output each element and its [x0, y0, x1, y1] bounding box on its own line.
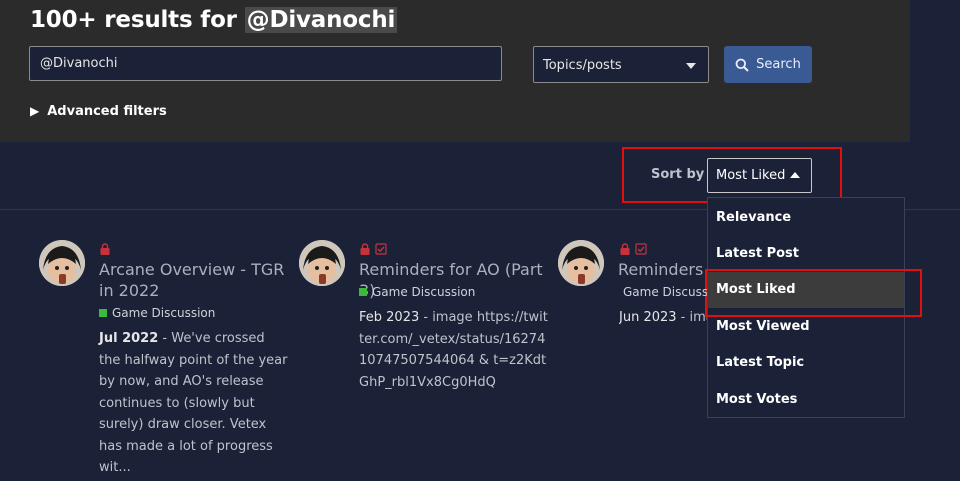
avatar-image	[558, 240, 604, 286]
solved-check-icon	[375, 243, 387, 255]
sort-label: Sort by	[651, 167, 705, 182]
result-date: Jul 2022	[99, 331, 159, 346]
solved-check-icon	[635, 243, 647, 255]
lock-icon	[620, 243, 630, 255]
lock-icon	[360, 243, 370, 255]
chevron-down-icon	[686, 63, 696, 69]
category-label: Game Discussion	[372, 285, 476, 299]
sort-select[interactable]: Most Liked	[707, 158, 812, 193]
category-label: Game Discussion	[112, 306, 216, 320]
caret-right-icon: ▶	[30, 104, 40, 118]
post-status-icons	[619, 243, 647, 255]
category-badge[interactable]: Game Discussion	[359, 285, 475, 299]
category-color-swatch	[359, 288, 367, 296]
search-input[interactable]	[29, 46, 502, 81]
result-title-link[interactable]: Arcane Overview - TGR in 2022	[99, 259, 289, 301]
search-button-label: Search	[756, 57, 801, 72]
avatar[interactable]	[558, 240, 604, 286]
sort-option-latest-post[interactable]: Latest Post	[708, 236, 904, 272]
avatar-image	[299, 240, 345, 286]
advanced-filters-toggle[interactable]: ▶ Advanced filters	[30, 104, 167, 119]
result-date: Jun 2023	[619, 310, 677, 325]
category-badge[interactable]: Game Discussion	[99, 306, 215, 320]
sort-option-most-votes[interactable]: Most Votes	[708, 382, 904, 418]
post-status-icons	[359, 243, 387, 255]
sort-option-most-liked[interactable]: Most Liked	[708, 272, 904, 308]
result-excerpt-text: - ima	[680, 310, 707, 325]
result-excerpt: Jun 2023 - ima	[619, 307, 707, 329]
result-excerpt: Feb 2023 - image https://twitter.com/_ve…	[359, 307, 549, 393]
sort-option-relevance[interactable]: Relevance	[708, 200, 904, 236]
sort-dropdown-menu: Relevance Latest Post Most Liked Most Vi…	[707, 197, 905, 418]
category-badge[interactable]: Game Discuss	[618, 285, 707, 299]
result-excerpt-text: - We've crossed the halfway point of the…	[99, 331, 288, 475]
advanced-filters-label: Advanced filters	[47, 104, 167, 119]
result-title-link[interactable]: Reminders f	[618, 259, 706, 280]
search-icon	[735, 58, 749, 72]
category-color-swatch	[99, 309, 107, 317]
results-count-text: 100+ results for	[30, 7, 245, 33]
sort-option-latest-topic[interactable]: Latest Topic	[708, 345, 904, 381]
category-label: Game Discuss	[623, 285, 707, 299]
result-excerpt: Jul 2022 - We've crossed the halfway poi…	[99, 328, 289, 479]
header-gutter	[910, 0, 960, 142]
lock-icon	[100, 243, 110, 255]
chevron-up-icon	[790, 172, 800, 178]
sort-selected-value: Most Liked	[716, 168, 786, 183]
page-title: 100+ results for @Divanochi	[30, 7, 398, 33]
sort-option-most-viewed[interactable]: Most Viewed	[708, 309, 904, 345]
search-scope-select[interactable]: Topics/posts	[533, 46, 709, 83]
results-query-text: @Divanochi	[244, 7, 398, 33]
result-date: Feb 2023	[359, 310, 420, 325]
post-status-icons	[99, 243, 111, 255]
search-scope-value: Topics/posts	[543, 58, 622, 73]
avatar-image	[39, 240, 85, 286]
avatar[interactable]	[39, 240, 85, 286]
search-button[interactable]: Search	[724, 46, 812, 83]
avatar[interactable]	[299, 240, 345, 286]
